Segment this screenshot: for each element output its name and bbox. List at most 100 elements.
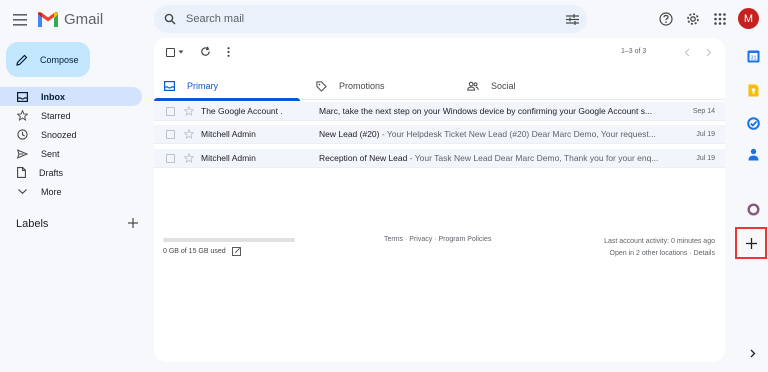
sidebar-item-label: Inbox <box>41 91 65 102</box>
inbox-icon <box>17 91 28 102</box>
main-menu-button[interactable] <box>8 8 32 32</box>
email-date: Jul 19 <box>696 130 715 138</box>
keep-icon <box>748 84 758 96</box>
row-checkbox[interactable] <box>166 106 175 116</box>
search-input[interactable] <box>186 13 557 25</box>
labels-heading: Labels <box>16 218 49 230</box>
activity-details-link[interactable]: Open in 2 other locations · Details <box>604 248 715 260</box>
sidebar-item-label: Snoozed <box>41 129 77 140</box>
email-content: New Lead (#20) - Your Helpdesk Ticket Ne… <box>319 129 679 139</box>
email-subject: Marc, take the next step on your Windows… <box>319 106 653 116</box>
tag-icon <box>316 80 327 92</box>
contacts-icon <box>748 148 758 160</box>
tab-primary[interactable]: Primary <box>154 72 300 101</box>
activity-line: Last account activity: 0 minutes ago <box>604 238 715 245</box>
chevron-down-icon <box>18 189 27 195</box>
mail-toolbar: 1–3 of 3 <box>154 38 725 68</box>
draft-icon <box>17 167 26 178</box>
email-sender: The Google Account . <box>201 106 283 116</box>
newer-button[interactable] <box>684 48 690 57</box>
compose-label: Compose <box>40 54 79 65</box>
refresh-button[interactable] <box>200 46 211 57</box>
select-options-dropdown[interactable] <box>178 49 184 55</box>
star-icon[interactable] <box>184 129 194 139</box>
tune-icon <box>565 13 579 25</box>
email-row[interactable]: The Google Account . Marc, take the next… <box>154 102 725 121</box>
tab-label: Primary <box>187 81 218 91</box>
apps-grid-icon <box>714 13 726 25</box>
tasks-addon[interactable] <box>744 114 762 132</box>
gmail-m-icon <box>38 11 58 27</box>
sidebar-item-sent[interactable]: Sent <box>0 144 142 163</box>
row-checkbox[interactable] <box>166 129 175 139</box>
footer-links[interactable]: Terms · Privacy · Program Policies <box>384 236 491 243</box>
odoo-addon[interactable] <box>744 200 762 218</box>
create-label-button[interactable] <box>126 216 140 230</box>
more-actions-button[interactable] <box>227 47 230 57</box>
sidebar-item-snoozed[interactable]: Snoozed <box>0 125 142 144</box>
email-sender: Mitchell Admin <box>201 129 256 139</box>
send-icon <box>17 148 28 159</box>
email-content: Marc, take the next step on your Windows… <box>319 106 679 116</box>
app-name: Gmail <box>64 10 104 28</box>
settings-button[interactable] <box>683 9 703 29</box>
pagination-text: 1–3 of 3 <box>621 48 647 55</box>
select-all-checkbox[interactable] <box>166 48 175 57</box>
hamburger-icon <box>13 14 27 26</box>
sidebar-item-drafts[interactable]: Drafts <box>0 163 142 182</box>
older-button[interactable] <box>706 48 712 57</box>
tab-label: Promotions <box>339 81 385 91</box>
get-addons-button[interactable] <box>735 227 767 259</box>
sidebar-item-inbox[interactable]: Inbox <box>0 87 142 106</box>
sidebar-item-starred[interactable]: Starred <box>0 106 142 125</box>
people-icon <box>467 81 479 91</box>
email-row[interactable]: Mitchell Admin New Lead (#20) - Your Hel… <box>154 125 725 144</box>
search-options-button[interactable] <box>557 5 587 33</box>
email-date: Sep 14 <box>692 107 715 115</box>
calendar-addon[interactable]: 31 <box>744 47 762 65</box>
tab-social[interactable]: Social <box>457 72 603 100</box>
email-sender: Mitchell Admin <box>201 153 256 163</box>
sidebar-item-label: Sent <box>41 148 60 159</box>
help-button[interactable] <box>656 9 676 29</box>
star-icon <box>17 110 28 121</box>
google-apps-button[interactable] <box>710 9 730 29</box>
tab-promotions[interactable]: Promotions <box>306 72 452 100</box>
contacts-addon[interactable] <box>744 145 762 163</box>
search-icon[interactable] <box>154 13 186 25</box>
email-snippet: - Your Task New Lead Dear Marc Demo, Tha… <box>407 153 659 163</box>
show-side-panel-button[interactable] <box>746 346 760 360</box>
email-content: Reception of New Lead - Your Task New Le… <box>319 153 679 163</box>
keep-addon[interactable] <box>744 81 762 99</box>
clock-icon <box>17 129 28 140</box>
star-icon[interactable] <box>184 153 194 163</box>
storage-info: 0 GB of 15 GB used <box>163 247 241 256</box>
plus-icon <box>745 237 757 249</box>
pencil-icon <box>16 54 28 66</box>
calendar-icon: 31 <box>747 50 759 62</box>
category-tabs: Primary Promotions Social <box>154 72 725 101</box>
email-row[interactable]: Mitchell Admin Reception of New Lead - Y… <box>154 149 725 168</box>
open-in-new-icon[interactable] <box>231 247 241 256</box>
star-icon[interactable] <box>184 106 194 116</box>
sidebar-item-label: More <box>41 186 62 197</box>
storage-meter <box>163 238 295 242</box>
refresh-icon <box>201 46 210 56</box>
sidebar-item-label: Starred <box>41 110 71 121</box>
svg-text:31: 31 <box>750 55 756 61</box>
row-checkbox[interactable] <box>166 153 175 163</box>
gmail-logo[interactable]: Gmail <box>38 8 103 30</box>
mail-list-panel: 1–3 of 3 Primary Promotions Social The G… <box>154 38 725 362</box>
account-activity: Last account activity: 0 minutes ago Ope… <box>604 236 715 260</box>
email-date: Jul 19 <box>696 154 715 162</box>
chevron-right-icon <box>750 349 756 357</box>
caret-down-icon <box>178 50 184 54</box>
search-bar[interactable] <box>154 5 587 33</box>
sidebar-item-more[interactable]: More <box>0 182 142 201</box>
chevron-left-icon <box>684 48 690 57</box>
compose-button[interactable]: Compose <box>6 42 90 77</box>
help-icon <box>659 12 673 26</box>
ring-icon <box>746 202 760 216</box>
account-avatar[interactable]: M <box>738 8 759 29</box>
email-subject: New Lead (#20) <box>319 129 380 139</box>
